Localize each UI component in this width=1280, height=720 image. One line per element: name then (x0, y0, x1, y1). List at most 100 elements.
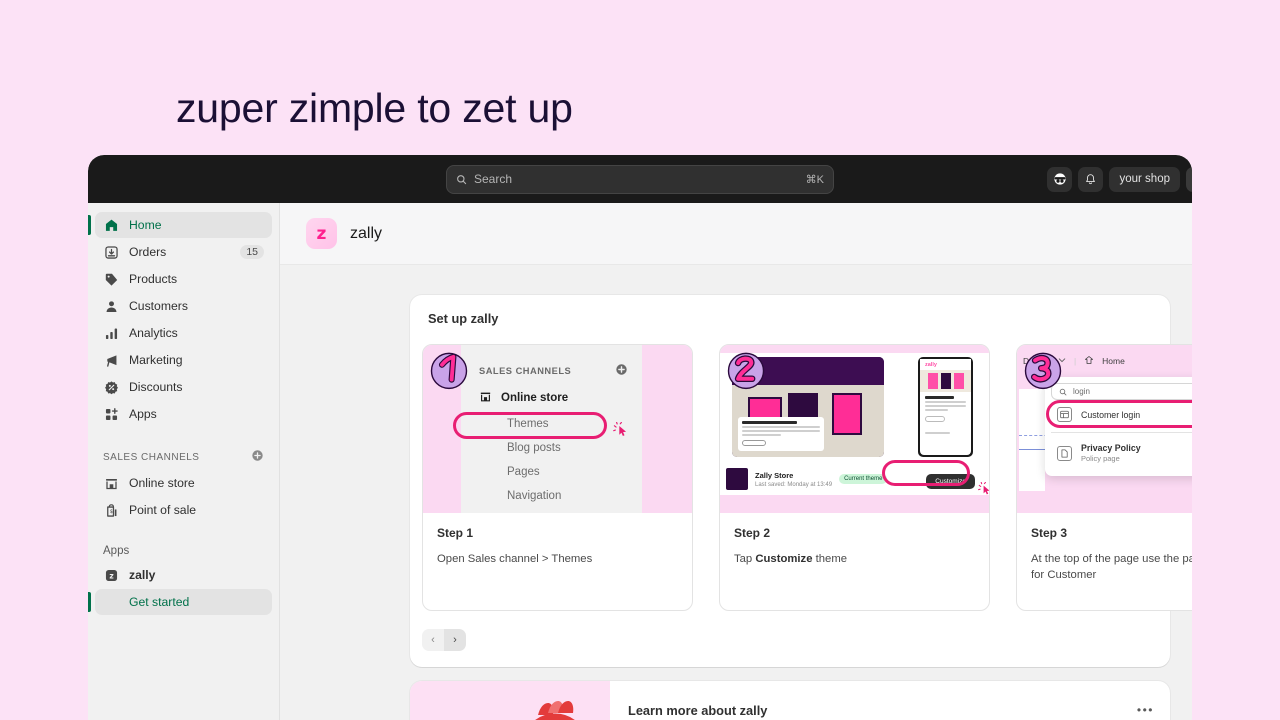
search-icon (457, 174, 467, 184)
step-2-description: Tap Customize theme (734, 551, 975, 567)
step-2-desc-post: theme (812, 553, 848, 565)
learn-more-card[interactable]: passwords Learn more about zally ••• (410, 680, 1170, 720)
step-card-2[interactable]: zally Zally Store Last saved: Monday at … (719, 344, 990, 611)
sidebar-item-label: Analytics (129, 326, 178, 340)
main-content: z zally Set up zally SALES CHANNELS Onli… (280, 203, 1192, 720)
step-2-label: Step 2 (734, 526, 771, 540)
sidebar-item-label: zally (129, 568, 156, 582)
mock-result-privacy-policy: Privacy Policy Policy page (1051, 436, 1192, 470)
mock-home-label: Home (1102, 356, 1125, 366)
apps-heading: Apps (103, 545, 130, 557)
sidebar-item-products[interactable]: Products (95, 266, 272, 292)
mock-sales-channels-heading: SALES CHANNELS (479, 365, 572, 376)
mock-row-online-store: Online store (479, 390, 642, 406)
mock-row-label: Blog posts (507, 442, 561, 454)
notifications-button[interactable] (1078, 166, 1104, 192)
sidebar-item-label: Marketing (129, 353, 183, 367)
avatar[interactable] (1186, 166, 1192, 192)
step-3-description: At the top of the page use the page and … (1031, 551, 1192, 584)
storefront-icon (103, 475, 119, 491)
mock-mobile-preview: zally (918, 357, 973, 457)
mock-row-navigation: Navigation (479, 490, 642, 502)
mock-search-field: login (1051, 383, 1192, 400)
top-bar: Search ⌘K your shop (88, 155, 1192, 203)
products-icon (103, 271, 119, 287)
zally-app-icon: z (103, 567, 119, 583)
sidebar-item-analytics[interactable]: Analytics (95, 320, 272, 346)
carousel-pagination: ‹ › (410, 611, 1170, 667)
carousel-next-button[interactable]: › (444, 628, 466, 651)
step-1-text: Step 1 Open Sales channel > Themes (423, 513, 692, 593)
sidebar-item-customers[interactable]: Customers (95, 293, 272, 319)
top-bar-actions: your shop (1047, 155, 1192, 203)
storefront-icon (479, 390, 492, 406)
sidebar-item-label: Customers (129, 299, 188, 313)
sidebar-item-get-started[interactable]: Get started (88, 589, 272, 615)
mock-row-blog-posts: Blog posts (479, 442, 642, 454)
step-number-badge-3 (1024, 352, 1062, 390)
sidebar-item-label: Orders (129, 245, 167, 259)
learn-more-title: Learn more about zally (628, 702, 768, 718)
sidebar-item-home[interactable]: Home (88, 212, 272, 238)
sales-channels-heading-row: SALES CHANNELS (103, 449, 264, 465)
shop-name: your shop (1119, 173, 1170, 185)
click-cursor-icon (613, 421, 631, 440)
sidebar-item-label: Home (129, 218, 162, 232)
step-2-text: Step 2 Tap Customize theme (720, 513, 989, 593)
sidebar-item-orders[interactable]: Orders 15 (95, 239, 272, 265)
mock-current-theme-badge: Current theme (839, 474, 888, 484)
mock-theme-row: Zally Store Last saved: Monday at 13:49 … (720, 460, 989, 495)
apps-icon (103, 406, 119, 422)
svg-text:$: $ (109, 509, 112, 515)
step-card-3[interactable]: Default | Home (1016, 344, 1192, 611)
step-card-1[interactable]: SALES CHANNELS Online store Themes Blog … (422, 344, 693, 611)
mock-welcome-popup (738, 417, 824, 451)
sidebar-item-label: Online store (129, 476, 195, 490)
step-1-desc-text: Open Sales channel > Themes (437, 553, 593, 565)
point-of-sale-icon: $ (103, 502, 119, 518)
mock-result-customer-login: Customer login (1046, 400, 1192, 429)
step-number-badge-2 (727, 352, 765, 390)
mock-theme-name: Zally Store (755, 470, 794, 480)
step-3-label: Step 3 (1031, 526, 1068, 540)
mock-row-label: Online store (501, 392, 569, 404)
step-number-badge-1 (430, 352, 468, 390)
sidebar-item-point-of-sale[interactable]: $ Point of sale (95, 497, 272, 523)
carousel-prev-button[interactable]: ‹ (422, 628, 444, 651)
sidebar-item-zally[interactable]: z zally (95, 562, 272, 588)
search-input[interactable]: Search ⌘K (446, 164, 834, 194)
customers-icon (103, 298, 119, 314)
discounts-icon (103, 379, 119, 395)
step-1-image: SALES CHANNELS Online store Themes Blog … (423, 345, 692, 513)
mock-result-subtitle: Policy page (1081, 454, 1120, 463)
learn-more-menu-button[interactable]: ••• (1137, 703, 1154, 717)
learn-more-body: Learn more about zally (610, 681, 1170, 720)
highlight-ring (882, 460, 971, 486)
mock-search-value: login (1073, 387, 1090, 396)
mock-theme-saved: Last saved: Monday at 13:49 (755, 481, 833, 488)
analytics-icon (103, 325, 119, 341)
sidebar-item-apps[interactable]: Apps (95, 401, 272, 427)
mock-row-label: Pages (507, 466, 540, 478)
highlight-ring (1046, 400, 1192, 428)
marketing-icon (103, 352, 119, 368)
illustration (534, 700, 576, 720)
sidebar-item-label: Point of sale (129, 503, 197, 517)
setup-card-title: Set up zally (428, 311, 499, 326)
sidebar-item-discounts[interactable]: Discounts (95, 374, 272, 400)
step-2-desc-bold: Customize (755, 553, 813, 565)
app-window: Search ⌘K your shop Home Orders 15 Produ… (88, 155, 1192, 720)
highlight-ring (453, 412, 607, 439)
apps-heading-row: Apps (103, 545, 264, 557)
sidebar-item-online-store[interactable]: Online store (95, 470, 272, 496)
plus-circle-icon[interactable] (251, 449, 264, 465)
page-title: zuper zimple to zet up (176, 85, 573, 131)
step-1-description: Open Sales channel > Themes (437, 551, 678, 567)
setup-card: Set up zally SALES CHANNELS Online store… (410, 295, 1192, 667)
mock-row-label: Navigation (507, 490, 562, 502)
incognito-button[interactable] (1047, 166, 1073, 192)
mock-theme-thumbnail (726, 468, 748, 490)
learn-more-image: passwords (410, 680, 610, 720)
sidebar-item-marketing[interactable]: Marketing (95, 347, 272, 373)
shop-selector[interactable]: your shop (1109, 166, 1192, 192)
